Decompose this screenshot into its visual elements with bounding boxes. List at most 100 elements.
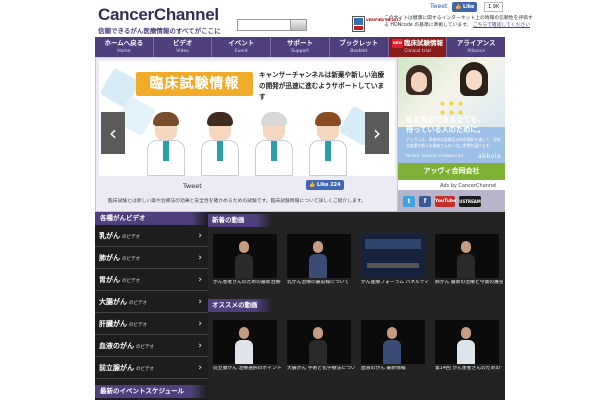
nav-label: 臨床試験情報	[404, 39, 444, 47]
nav-booklet[interactable]: ブックレット Booklet	[330, 37, 389, 57]
category-heading: 各種がんビデオ	[95, 212, 208, 225]
video-thumbnail[interactable]	[361, 320, 425, 364]
nav-sublabel: Support	[291, 49, 309, 54]
video-title[interactable]: 大腸がん 手術と化学療法について	[287, 366, 355, 372]
ad-person	[406, 65, 432, 95]
nav-sublabel: Event	[234, 49, 248, 54]
new-badge: NEW	[391, 39, 404, 48]
slide-prev-button[interactable]: ‹	[101, 112, 125, 154]
ad-person	[460, 62, 488, 96]
nav-alliance[interactable]: アライアンス Alliance	[447, 37, 505, 57]
hon-code-badge-icon[interactable]	[352, 16, 365, 32]
category-label: 乳がん	[99, 232, 120, 240]
nav-event[interactable]: イベント Event	[212, 37, 272, 57]
nav-label: ホームへ戻る	[104, 39, 144, 47]
panel-table	[367, 263, 419, 268]
chevron-right-icon: ›	[198, 319, 202, 329]
category-item[interactable]: 乳がん のビデオ ›	[95, 225, 208, 247]
nav-sublabel: Video	[176, 49, 189, 54]
video-title[interactable]: 前立腺がん 治療選択のポイント	[213, 366, 281, 372]
video-thumbnail[interactable]	[287, 320, 351, 364]
ad-tagline: PEOPLE. PASSION. POSSIBILITIES.	[406, 154, 465, 158]
category-item[interactable]: 大腸がん のビデオ ›	[95, 291, 208, 313]
category-item[interactable]: 肝臓がん のビデオ ›	[95, 313, 208, 335]
video-title[interactable]: 血液のがん 最新情報	[361, 366, 429, 372]
slide-image[interactable]: 臨床試験情報 キャンサーチャンネルは新薬や新しい治療の開発が迅速に進むようサポー…	[99, 61, 395, 176]
twitter-icon[interactable]: t	[403, 195, 415, 207]
chevron-right-icon: ›	[198, 297, 202, 307]
site-logo[interactable]: CancerChannel 信頼できるがん医療情報のすべてがここに	[98, 6, 221, 36]
video-thumbnail[interactable]	[435, 320, 499, 364]
category-item[interactable]: 胃がん のビデオ ›	[95, 269, 208, 291]
slide-caption: キャンサーチャンネルは新薬や新しい治療の開発が迅速に進むようサポートしています	[259, 71, 385, 101]
new-videos-heading: 新着の動画	[208, 214, 272, 227]
video-title[interactable]: がん医療フォーラム パネルディスカッション	[361, 280, 429, 286]
ad-headline: 私たちができる全てを、 待っている人のために。	[406, 115, 485, 135]
video-area: 新着の動画 がん患者さんのための最新治療セミナー 乳がん治療の最前線について が…	[208, 212, 505, 400]
video-title[interactable]: 第14回 がん患者さんのための"よくわかる治療"講座	[435, 366, 503, 372]
ad-small-text: アッヴィは、革新的な医薬品の研究開発を通じて、深刻な疾患を抱える患者さんの人生に…	[406, 137, 501, 148]
category-item[interactable]: 肺がん のビデオ ›	[95, 247, 208, 269]
category-sublabel: のビデオ	[136, 367, 154, 372]
category-sublabel: のビデオ	[136, 345, 154, 350]
doctor-illustration	[255, 112, 293, 176]
video-thumbnail[interactable]	[361, 234, 425, 278]
slide-description: 臨床試験とは新しい薬や治療法の効果と安全性を確かめるための試験です。臨床試験情報…	[108, 199, 366, 204]
category-label: 血液のがん	[99, 342, 134, 350]
chevron-right-icon: ›	[198, 253, 202, 263]
slide-next-button[interactable]: ›	[365, 112, 389, 154]
nav-label: イベント	[228, 39, 255, 47]
category-sublabel: のビデオ	[122, 235, 140, 240]
category-item[interactable]: 血液のがん のビデオ ›	[95, 335, 208, 357]
logo-name[interactable]: CancerChannel	[98, 6, 221, 24]
speaker	[309, 327, 327, 364]
category-label: 大腸がん	[99, 298, 127, 306]
tweet-button[interactable]: Tweet	[430, 3, 447, 10]
video-thumbnail[interactable]	[287, 234, 351, 278]
hon-code-link[interactable]: こちらで確認してください	[473, 23, 530, 28]
video-thumbnail[interactable]	[435, 234, 499, 278]
category-sublabel: のビデオ	[122, 257, 140, 262]
slide-like-button[interactable]: 👍 Like 224	[306, 180, 344, 190]
facebook-icon[interactable]: f	[419, 195, 431, 207]
hero-slider: 臨床試験情報 キャンサーチャンネルは新薬や新しい治療の開発が迅速に進むようサポー…	[95, 57, 398, 212]
schedule-heading: 最新のイベントスケジュール	[95, 385, 208, 398]
like-count: 224	[330, 182, 341, 188]
video-thumbnail[interactable]	[213, 320, 277, 364]
category-label: 肺がん	[99, 254, 120, 262]
ustream-icon[interactable]: USTREAM	[459, 195, 481, 207]
chevron-right-icon: ›	[198, 231, 202, 241]
advertisement[interactable]: 私たちができる全てを、 待っている人のために。 アッヴィは、革新的な医薬品の研究…	[398, 57, 505, 175]
nav-home[interactable]: ホームへ戻る Home	[95, 37, 154, 57]
nav-sublabel: Home	[117, 49, 131, 54]
nav-sublabel: Alliance	[467, 49, 486, 54]
video-title[interactable]: 乳がん治療の最前線について	[287, 280, 355, 286]
ad-brand-logo: abbvie	[478, 153, 502, 160]
like-label: Like	[462, 4, 475, 10]
nav-label: サポート	[287, 39, 314, 47]
hon-code-notice: このサイトは健康に関するインターネット上の情報の信頼性を評価する HONcode…	[384, 15, 534, 29]
category-item[interactable]: 前立腺がん のビデオ ›	[95, 357, 208, 379]
category-sublabel: のビデオ	[129, 323, 147, 328]
nav-support[interactable]: サポート Support	[271, 37, 330, 57]
speaker	[457, 241, 475, 278]
stage-banner	[365, 239, 421, 249]
video-title[interactable]: がん患者さんのための最新治療セミナー	[213, 280, 281, 286]
doctor-illustration	[147, 112, 185, 176]
search-button[interactable]	[290, 20, 306, 30]
video-title[interactable]: 肺がん 最新の治療と今後の展望	[435, 280, 503, 286]
speaker	[457, 327, 475, 364]
category-label: 胃がん	[99, 276, 120, 284]
nav-video[interactable]: ビデオ Video	[154, 37, 213, 57]
ads-by-label: Ads by CancerChannel	[440, 183, 497, 189]
video-thumbnail[interactable]	[213, 234, 277, 278]
facebook-like-button[interactable]: 👍 Like	[452, 2, 478, 12]
like-count: 1.9K	[484, 2, 504, 12]
slide-tweet-button[interactable]: Tweet	[183, 182, 202, 190]
category-label: 前立腺がん	[99, 364, 134, 372]
nav-clinical-trial[interactable]: NEW 臨床試験情報 Clinical trial	[388, 37, 448, 57]
category-label: 肝臓がん	[99, 320, 127, 328]
ad-sponsor-link[interactable]: アッヴィ合同会社	[398, 163, 505, 180]
youtube-icon[interactable]: YouTube	[435, 195, 456, 207]
social-links: t f YouTube USTREAM	[398, 190, 505, 212]
